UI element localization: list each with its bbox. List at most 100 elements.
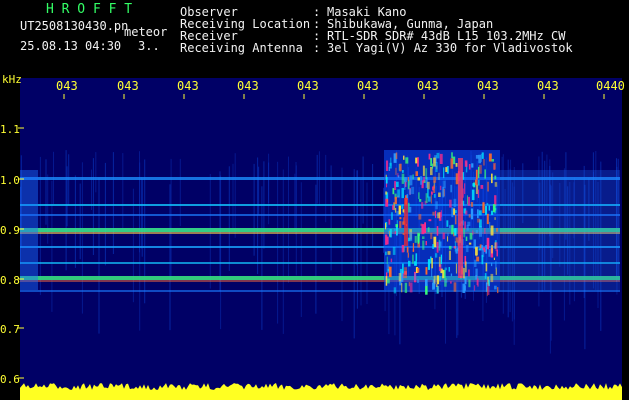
seconds-label: 3.. [138, 39, 160, 53]
burst-pixel [421, 224, 425, 235]
frequency-unit-label: kHz [2, 73, 22, 86]
burst-pixel [446, 220, 449, 227]
burst-pixel [412, 243, 415, 252]
burst-streak [404, 198, 408, 246]
burst-pixel [455, 214, 457, 225]
burst-pixel [478, 180, 480, 186]
time-tick-label: 043 [117, 79, 139, 93]
burst-pixel [395, 208, 397, 213]
noise-streak [282, 169, 284, 334]
burst-pixel [470, 202, 474, 207]
burst-pixel [471, 189, 475, 201]
burst-pixel [386, 264, 390, 274]
burst-pixel [392, 246, 396, 255]
right-region-glow [500, 170, 620, 290]
antenna-label: Receiving Antenna [180, 41, 303, 55]
burst-pixel [392, 188, 395, 195]
burst-pixel [468, 269, 470, 277]
noise-streak [139, 151, 140, 253]
burst-pixel [447, 232, 449, 236]
burst-pixel [433, 185, 435, 193]
burst-pixel [407, 252, 409, 258]
time-tick-label: 043 [297, 79, 319, 93]
burst-pixel [401, 283, 403, 293]
burst-pixel [409, 175, 413, 186]
burst-pixel [435, 210, 437, 218]
burst-pixel [448, 250, 451, 260]
burst-pixel [436, 286, 439, 294]
burst-pixel [455, 263, 458, 274]
meteor-tag: meteor [124, 25, 168, 39]
burst-pixel [425, 168, 428, 180]
burst-pixel [427, 227, 430, 233]
burst-pixel [464, 285, 466, 291]
burst-pixel [476, 256, 480, 262]
burst-pixel [402, 170, 404, 173]
burst-pixel [474, 259, 477, 267]
noise-streak [66, 166, 68, 227]
burst-pixel [385, 251, 387, 256]
burst-pixel [488, 279, 490, 287]
burst-pixel [453, 282, 457, 292]
burst-pixel [432, 282, 435, 290]
burst-pixel [442, 232, 445, 240]
burst-pixel [414, 273, 416, 281]
noise-streak [91, 169, 92, 210]
burst-pixel [435, 284, 438, 287]
burst-pixel [417, 268, 420, 273]
time-tick-label: 043 [357, 79, 379, 93]
burst-pixel [407, 177, 409, 182]
hrofft-spectrogram-window: H R O F F T UT2508130430.pn meteor 25.08… [0, 0, 629, 400]
noise-streak [141, 177, 143, 249]
burst-pixel [463, 267, 465, 279]
burst-pixel [487, 181, 489, 192]
filename-label: UT2508130430.pn [20, 19, 129, 33]
burst-pixel [451, 152, 453, 159]
burst-pixel [475, 246, 478, 256]
burst-pixel [449, 225, 452, 229]
time-tick-label: 043 [537, 79, 559, 93]
burst-pixel [409, 282, 413, 293]
noise-streak [330, 165, 332, 271]
burst-pixel [442, 186, 445, 198]
carrier-band [20, 290, 620, 292]
burst-pixel [422, 165, 425, 176]
burst-pixel [486, 202, 489, 206]
burst-pixel [417, 232, 420, 243]
burst-pixel [395, 181, 399, 187]
burst-pixel [439, 185, 442, 190]
noise-streak [362, 156, 364, 224]
burst-pixel [497, 287, 499, 294]
burst-pixel [491, 159, 494, 162]
time-tick-label: 0440 [596, 79, 625, 93]
burst-pixel [386, 256, 388, 265]
noise-streak [341, 167, 343, 322]
burst-pixel [425, 241, 427, 246]
burst-pixel [468, 214, 471, 218]
burst-pixel [394, 196, 397, 205]
burst-pixel [449, 199, 452, 208]
noise-streak [169, 184, 171, 331]
burst-pixel [448, 245, 452, 250]
y-tick-label: 0.9 [0, 224, 20, 237]
burst-pixel [428, 219, 432, 222]
burst-pixel [494, 285, 497, 290]
y-tick-label: 0.8 [0, 274, 20, 287]
burst-pixel [455, 248, 458, 254]
burst-pixel [442, 270, 445, 279]
noise-streak [74, 175, 76, 268]
burst-pixel [439, 153, 443, 164]
burst-pixel [483, 159, 485, 166]
burst-pixel [401, 244, 405, 253]
burst-pixel [422, 240, 425, 250]
burst-pixel [427, 188, 429, 198]
burst-pixel [465, 210, 468, 215]
burst-pixel [389, 266, 392, 278]
burst-pixel [417, 177, 420, 181]
burst-pixel [448, 267, 450, 272]
burst-pixel [430, 194, 432, 204]
noise-streak [353, 169, 355, 339]
time-tick-label: 043 [237, 79, 259, 93]
burst-pixel [494, 182, 498, 187]
burst-pixel [491, 245, 493, 254]
